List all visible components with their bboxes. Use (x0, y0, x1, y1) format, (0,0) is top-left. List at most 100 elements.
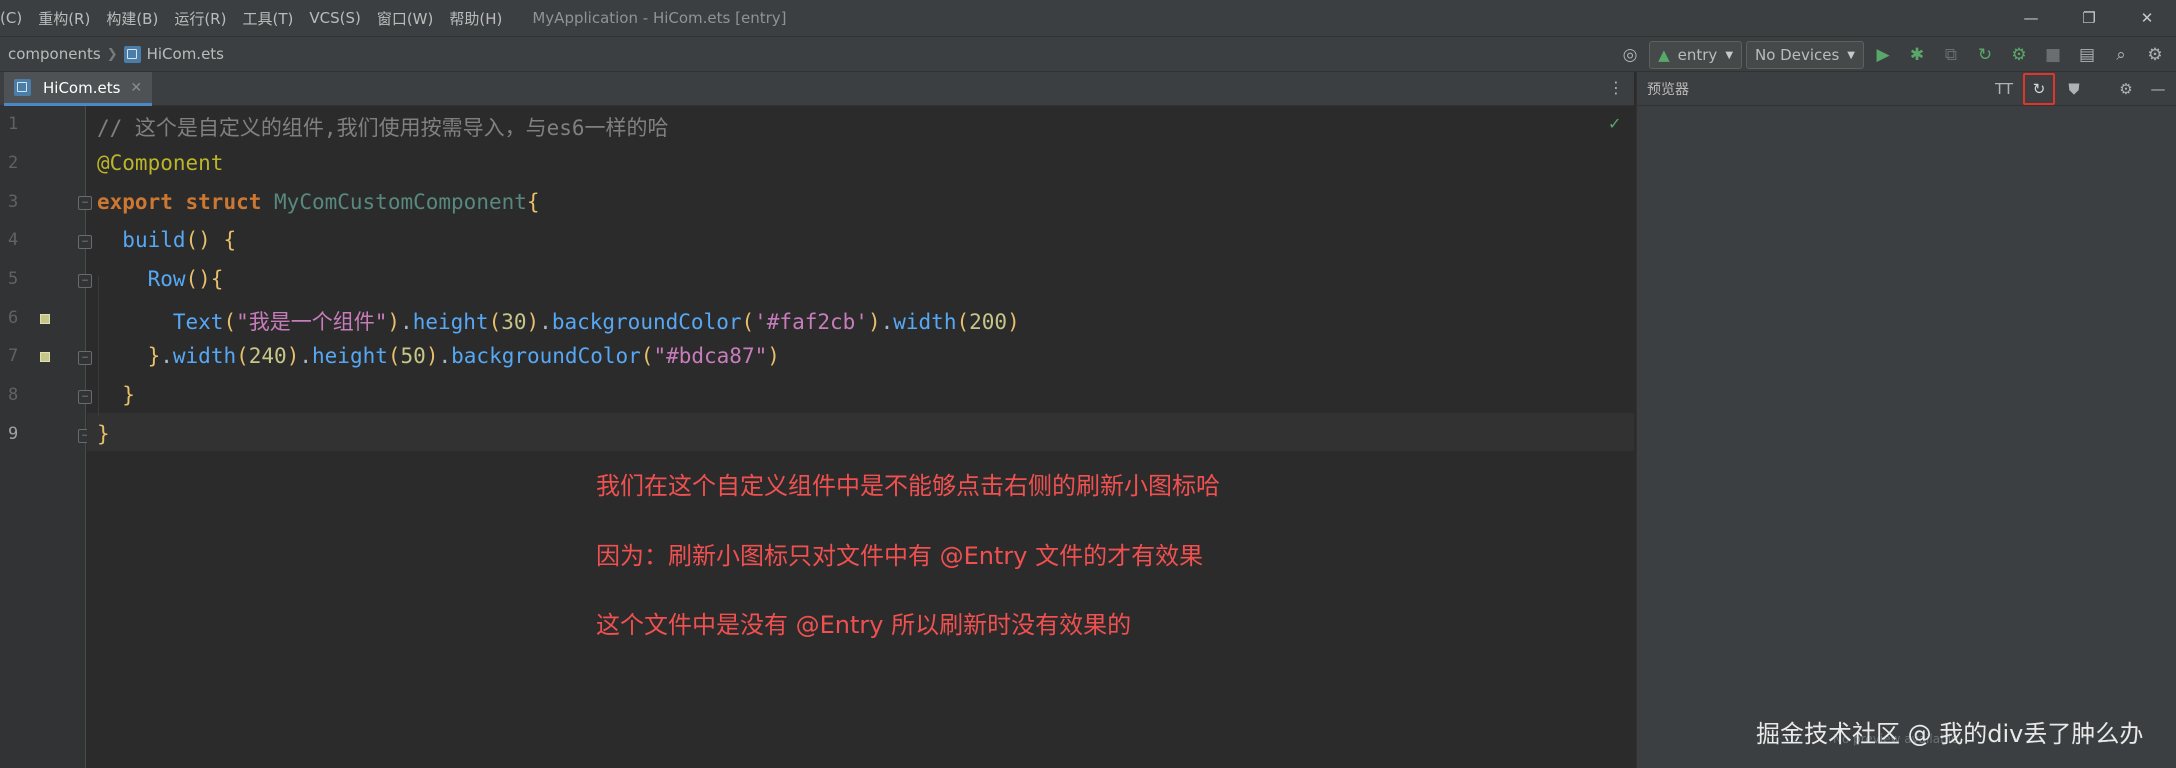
attach-debugger-icon[interactable]: ⧉ (1936, 40, 1966, 70)
locate-icon[interactable]: ◎ (1615, 40, 1645, 70)
annotation-note-3: 这个文件中是没有 @Entry 所以刷新时没有效果的 (596, 611, 1132, 639)
code-line-7: }.width(240).height(50).backgroundColor(… (147, 344, 780, 368)
code-line-1: // 这个是自定义的组件,我们使用按需导入，与es6一样的哈 (97, 112, 669, 142)
line-number: 5 (8, 269, 19, 289)
window-title: MyApplication - HiCom.ets [entry] (532, 9, 787, 27)
code-brace: } (97, 422, 110, 446)
line-number: 7 (8, 346, 19, 366)
code-string: "#bdca87" (653, 344, 768, 368)
line-number: 2 (8, 153, 19, 173)
menu-tools[interactable]: 工具(T) (234, 8, 301, 29)
fold-toggle-icon[interactable]: − (78, 351, 92, 365)
check-icon[interactable]: ✓ (1608, 114, 1621, 133)
minimize-icon[interactable]: — (2002, 0, 2060, 36)
fold-toggle-icon[interactable]: − (78, 274, 92, 288)
annotation-note-2: 因为：刷新小图标只对文件中有 @Entry 文件的才有效果 (596, 542, 1204, 570)
tab-options-icon[interactable]: ⋮ (1608, 78, 1624, 97)
line-number: 1 (8, 114, 19, 134)
menu-run[interactable]: 运行(R) (166, 8, 234, 29)
stop-icon[interactable]: ■ (2038, 40, 2068, 70)
gear-icon[interactable]: ⚙ (2113, 76, 2139, 102)
toolbar-spacer (2093, 76, 2107, 102)
code-method: height (412, 310, 489, 334)
code-punct: (){ (185, 267, 224, 291)
editor-tab-bar: HiCom.ets ✕ ⋮ (0, 72, 1634, 106)
run-config-select[interactable]: ▲ entry ▼ (1649, 41, 1743, 69)
reload-icon[interactable]: ↻ (1970, 40, 2000, 70)
code-number: 30 (501, 310, 527, 334)
font-size-icon[interactable]: TT (1991, 76, 2017, 102)
code-function: build (122, 228, 186, 252)
line-number: 6 (8, 308, 19, 328)
menu-vcs[interactable]: VCS(S) (301, 9, 368, 27)
code-keyword: export (97, 190, 173, 214)
device-select[interactable]: No Devices ▼ (1746, 41, 1864, 69)
tab-close-icon[interactable]: ✕ (130, 80, 142, 96)
fold-toggle-icon[interactable]: − (78, 390, 92, 404)
code-string: "我是一个组件" (236, 310, 388, 334)
editor-gutter: 1 2 3 4 5 6 7 8 9 − − − − − − (0, 106, 92, 768)
tab-hicom-ets[interactable]: HiCom.ets ✕ (4, 72, 153, 106)
code-line-9: } (97, 422, 110, 446)
fold-toggle-icon[interactable]: − (78, 235, 92, 249)
code-brace: } (122, 383, 135, 407)
current-line-highlight (87, 413, 1634, 451)
menu-refactor[interactable]: 重构(R) (30, 8, 98, 29)
line-number: 9 (8, 424, 19, 444)
code-comment: // 这个是自定义的组件,我们使用按需导入，与es6一样的哈 (97, 116, 669, 140)
debug-icon[interactable]: ✱ (1902, 40, 1932, 70)
window-controls: — ❐ ✕ (2002, 0, 2176, 36)
code-method: backgroundColor (451, 344, 641, 368)
menu-bar: (C) 重构(R) 构建(B) 运行(R) 工具(T) VCS(S) 窗口(W)… (0, 0, 2176, 36)
code-line-2: @Component (97, 151, 223, 175)
settings-icon[interactable]: ⚙ (2140, 40, 2170, 70)
annotation-note-1: 我们在这个自定义组件中是不能够点击右侧的刷新小图标哈 (596, 472, 1220, 500)
fold-toggle-icon[interactable]: − (78, 196, 92, 210)
refresh-icon[interactable]: ↻ (2023, 73, 2055, 105)
search-icon[interactable]: ⌕ (2106, 40, 2136, 70)
chevron-down-icon: ▼ (1847, 49, 1855, 61)
line-number: 4 (8, 230, 19, 250)
modified-line-marker (40, 352, 50, 362)
menu-help[interactable]: 帮助(H) (441, 8, 510, 29)
navigation-bar: components ❯ HiCom.ets ◎ ▲ entry ▼ No De… (0, 36, 2176, 72)
code-number: 50 (400, 344, 426, 368)
code-function: Text (172, 310, 224, 334)
breadcrumb-file-label: HiCom.ets (146, 45, 224, 63)
line-number: 3 (8, 192, 19, 212)
tab-label: HiCom.ets (43, 78, 121, 97)
breadcrumb-separator: ❯ (106, 46, 118, 62)
inspector-icon[interactable]: ⛊ (2061, 76, 2087, 102)
code-method: width (893, 310, 957, 334)
code-brace: { (526, 190, 540, 214)
code-method: backgroundColor (551, 310, 742, 334)
code-line-3: export struct MyComCustomComponent{ (97, 190, 540, 214)
code-editor[interactable]: 1 2 3 4 5 6 7 8 9 − − − − − − // 这个是自定义的… (0, 106, 1634, 768)
code-string: '#faf2cb' (754, 310, 868, 334)
close-icon[interactable]: ✕ (2118, 0, 2176, 36)
previewer-header: 预览器 TT ↻ ⛊ ⚙ — (1637, 72, 2176, 106)
menu-code[interactable]: (C) (0, 9, 30, 27)
profile-icon[interactable]: ⚙ (2004, 40, 2034, 70)
watermark-text: 掘金技术社区 @ 我的div丢了肿么办 (1756, 720, 2144, 748)
project-structure-icon[interactable]: ▤ (2072, 40, 2102, 70)
code-method: width (172, 344, 237, 368)
hide-panel-icon[interactable]: — (2145, 76, 2171, 102)
ets-file-icon (14, 79, 31, 96)
menu-window[interactable]: 窗口(W) (369, 8, 442, 29)
module-icon: ▲ (1658, 46, 1670, 64)
breadcrumb-components[interactable]: components (8, 45, 101, 63)
chevron-down-icon: ▼ (1725, 49, 1734, 61)
code-brace: } (147, 344, 161, 368)
run-icon[interactable]: ▶ (1868, 40, 1898, 70)
menu-build[interactable]: 构建(B) (98, 8, 166, 29)
previewer-panel: 预览器 TT ↻ ⛊ ⚙ — No preview available. (1636, 72, 2176, 768)
line-number: 8 (8, 385, 19, 405)
previewer-title: 预览器 (1647, 81, 1689, 98)
code-number: 240 (248, 344, 287, 368)
code-method: height (312, 344, 388, 368)
restore-icon[interactable]: ❐ (2060, 0, 2118, 36)
code-function: Row (147, 267, 186, 291)
code-line-8: } (97, 383, 135, 407)
breadcrumb-file[interactable]: HiCom.ets (123, 45, 224, 63)
